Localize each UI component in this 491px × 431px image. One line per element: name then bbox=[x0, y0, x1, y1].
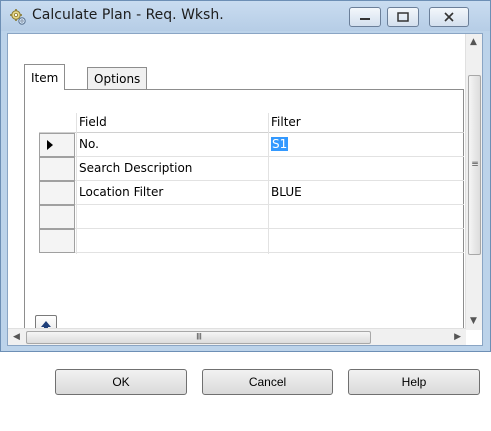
column-divider bbox=[268, 113, 269, 254]
column-header-filter[interactable]: Filter bbox=[271, 115, 301, 129]
row-selector[interactable] bbox=[39, 133, 75, 157]
horizontal-scroll-thumb[interactable]: III bbox=[26, 331, 371, 344]
field-cell[interactable]: No. bbox=[79, 137, 99, 151]
title-bar[interactable]: Calculate Plan - Req. Wksh. bbox=[1, 1, 490, 31]
window-title: Calculate Plan - Req. Wksh. bbox=[32, 7, 224, 23]
tab-item-label: Item bbox=[31, 70, 59, 85]
table-row[interactable] bbox=[39, 205, 464, 229]
tab-options[interactable]: Options bbox=[87, 67, 148, 90]
scroll-right-arrow-icon[interactable]: ▶ bbox=[454, 333, 461, 342]
table-row[interactable]: No. S1 bbox=[39, 133, 464, 157]
grid-header: Field Filter bbox=[39, 113, 464, 133]
cancel-button[interactable]: Cancel bbox=[202, 369, 333, 395]
dialog-body: Item Options Field Filter No. S1 Search … bbox=[7, 33, 483, 346]
column-divider bbox=[76, 113, 77, 254]
filter-grid: Field Filter No. S1 Search Description L… bbox=[39, 113, 464, 254]
gears-icon bbox=[10, 9, 26, 25]
minimize-button[interactable] bbox=[349, 7, 381, 27]
close-icon bbox=[444, 12, 454, 22]
column-header-field[interactable]: Field bbox=[79, 115, 107, 129]
close-button[interactable] bbox=[429, 7, 469, 27]
field-cell[interactable]: Location Filter bbox=[79, 185, 163, 199]
tab-options-label: Options bbox=[94, 72, 141, 86]
ok-button[interactable]: OK bbox=[55, 369, 187, 395]
tab-panel: Field Filter No. S1 Search Description L… bbox=[24, 89, 464, 339]
minimize-icon bbox=[360, 18, 370, 20]
vertical-scrollbar[interactable]: ▲ ≡ ▼ bbox=[465, 34, 482, 330]
table-row[interactable] bbox=[39, 229, 464, 253]
scroll-up-arrow-icon[interactable]: ▲ bbox=[470, 38, 477, 47]
scroll-left-arrow-icon[interactable]: ◀ bbox=[13, 333, 20, 342]
row-selector[interactable] bbox=[39, 205, 75, 229]
filter-cell[interactable]: BLUE bbox=[271, 185, 302, 199]
help-button[interactable]: Help bbox=[348, 369, 480, 395]
maximize-icon bbox=[397, 12, 409, 22]
table-row[interactable]: Location Filter BLUE bbox=[39, 181, 464, 205]
row-selector[interactable] bbox=[39, 157, 75, 181]
row-selector[interactable] bbox=[39, 229, 75, 253]
grip-icon: III bbox=[196, 332, 202, 342]
maximize-button[interactable] bbox=[387, 7, 419, 27]
tab-item[interactable]: Item bbox=[24, 64, 66, 90]
field-cell[interactable]: Search Description bbox=[79, 161, 192, 175]
filter-cell[interactable]: S1 bbox=[271, 137, 289, 151]
row-selector[interactable] bbox=[39, 181, 75, 205]
current-row-icon bbox=[47, 140, 53, 150]
dialog-window: Calculate Plan - Req. Wksh. Item Options… bbox=[0, 0, 491, 352]
horizontal-scrollbar[interactable]: ◀ III ▶ bbox=[8, 328, 466, 345]
vertical-scroll-thumb[interactable]: ≡ bbox=[468, 75, 481, 255]
table-row[interactable]: Search Description bbox=[39, 157, 464, 181]
filter-input-selection[interactable]: S1 bbox=[271, 137, 289, 151]
grip-icon: ≡ bbox=[471, 159, 478, 170]
scroll-down-arrow-icon[interactable]: ▼ bbox=[470, 317, 477, 326]
